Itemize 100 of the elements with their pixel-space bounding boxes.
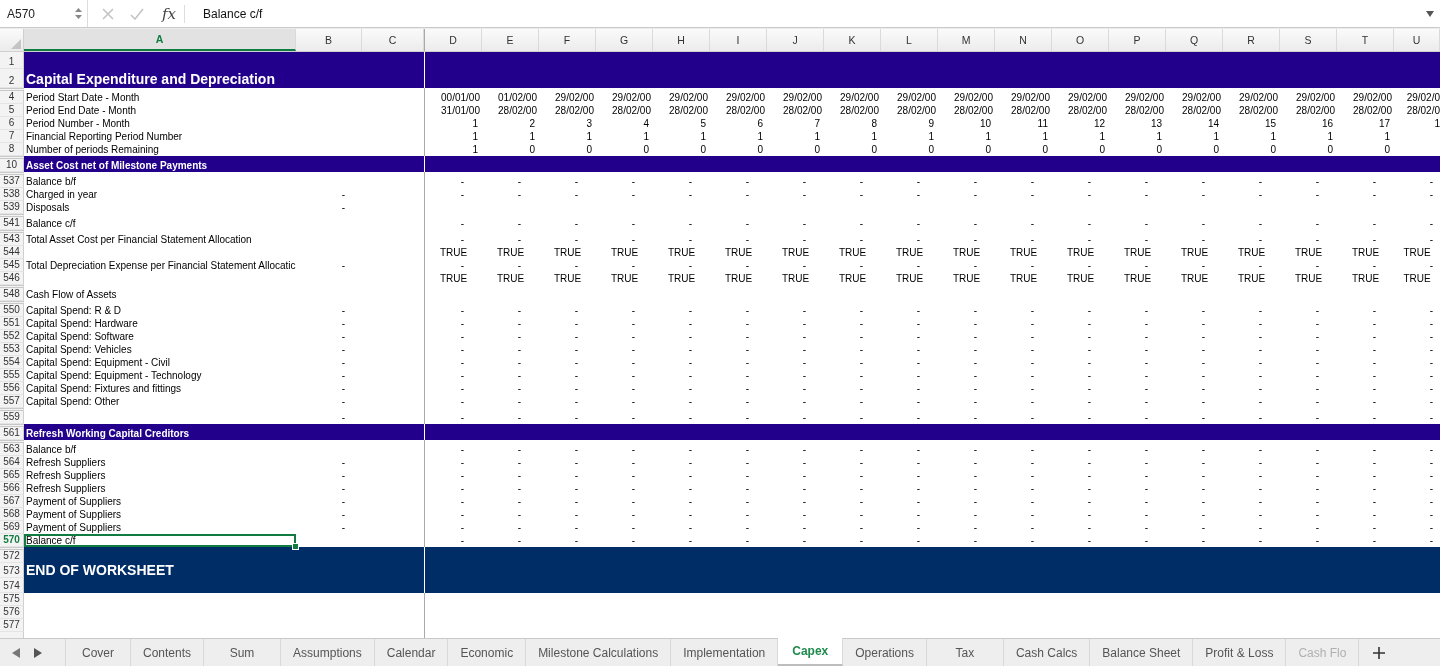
row-number[interactable]: 574 — [0, 578, 24, 593]
table-cell-text: - — [915, 343, 921, 356]
row-number[interactable]: 577 — [0, 619, 24, 632]
table-cell-text: - — [687, 508, 693, 521]
table-cell-text: 10 — [978, 117, 992, 130]
column-header[interactable]: T — [1337, 29, 1394, 51]
column-header[interactable]: P — [1109, 29, 1166, 51]
sheet-tab[interactable]: Capex — [778, 638, 844, 666]
row-number[interactable]: 1 — [0, 52, 24, 69]
row-number[interactable]: 559 — [0, 408, 24, 424]
row-number[interactable]: 538 — [0, 188, 24, 201]
row-label: Refresh Suppliers — [25, 456, 107, 469]
sheet-tab[interactable]: Calendar — [374, 639, 449, 666]
table-cell-text: - — [1200, 317, 1206, 330]
row-number[interactable]: 6 — [0, 117, 24, 130]
row-number[interactable]: 557 — [0, 395, 24, 408]
row-number[interactable]: 539 — [0, 201, 24, 214]
column-header[interactable]: B — [296, 29, 362, 51]
row-number[interactable]: 552 — [0, 330, 24, 343]
column-header[interactable]: O — [1052, 29, 1109, 51]
row-number[interactable]: 550 — [0, 301, 24, 317]
table-cell-text: - — [1143, 188, 1149, 201]
column-header[interactable]: Q — [1166, 29, 1223, 51]
left-arrow-icon[interactable] — [12, 647, 20, 658]
table-cell-text: - — [1371, 469, 1377, 482]
row-number[interactable]: 537 — [0, 172, 24, 188]
row-number[interactable]: 566 — [0, 482, 24, 495]
column-header[interactable]: G — [596, 29, 653, 51]
row-number[interactable]: 10 — [0, 156, 24, 172]
row-number[interactable]: 554 — [0, 356, 24, 369]
row-number[interactable]: 563 — [0, 440, 24, 456]
column-header[interactable]: D — [425, 29, 482, 51]
row-number[interactable]: 545 — [0, 259, 24, 272]
dropdown-arrow-icon[interactable] — [1426, 10, 1434, 17]
table-cell-text: TRUE — [723, 272, 754, 285]
row-number[interactable]: 543 — [0, 230, 24, 246]
row-number[interactable]: 576 — [0, 606, 24, 619]
row-number[interactable]: 8 — [0, 143, 24, 156]
name-box[interactable]: A570 — [0, 0, 88, 27]
row-number[interactable]: 555 — [0, 369, 24, 382]
column-header[interactable]: U — [1394, 29, 1440, 51]
check-icon[interactable] — [130, 7, 144, 20]
row-number[interactable]: 553 — [0, 343, 24, 356]
stepper-icon[interactable] — [74, 7, 83, 20]
table-cell-text: - — [687, 217, 693, 230]
right-arrow-icon[interactable] — [34, 647, 42, 658]
row-number[interactable]: 567 — [0, 495, 24, 508]
row-number[interactable]: 2 — [0, 69, 24, 88]
row-number[interactable]: 568 — [0, 508, 24, 521]
row-number[interactable]: 572 — [0, 547, 24, 563]
column-header[interactable]: H — [653, 29, 710, 51]
column-header[interactable]: N — [995, 29, 1052, 51]
column-header[interactable]: E — [482, 29, 539, 51]
sheet-tab[interactable]: Sum — [204, 639, 282, 666]
sheet-tab[interactable]: Contents — [131, 639, 205, 666]
column-header[interactable]: K — [824, 29, 881, 51]
table-cell-text: 1 — [471, 130, 479, 143]
row-number[interactable]: 565 — [0, 469, 24, 482]
row-number[interactable]: 569 — [0, 521, 24, 534]
sheet-tab[interactable]: Tax — [926, 639, 1004, 666]
selected-cell[interactable]: Balance c/f — [24, 534, 296, 547]
row-number[interactable]: 544 — [0, 246, 24, 259]
table-cell-text: - — [801, 343, 807, 356]
column-header[interactable]: I — [710, 29, 767, 51]
row-number[interactable]: 551 — [0, 317, 24, 330]
sheet-tab[interactable]: Profit & Loss — [1193, 639, 1287, 666]
sheet-tab[interactable]: Economic — [448, 639, 527, 666]
formula-field[interactable]: Balance c/f — [195, 0, 1426, 27]
table-cell-text: - — [1143, 395, 1149, 408]
row-number[interactable]: 541 — [0, 214, 24, 230]
sheet-tab[interactable]: Cover — [66, 639, 131, 666]
row-number[interactable]: 548 — [0, 285, 24, 301]
row-number[interactable]: 7 — [0, 130, 24, 143]
column-header[interactable]: R — [1223, 29, 1280, 51]
row-label: Refresh Suppliers — [25, 482, 107, 495]
row-number[interactable]: 564 — [0, 456, 24, 469]
sheet-tab[interactable]: Operations — [843, 639, 927, 666]
table-cell-text: - — [1143, 482, 1149, 495]
table-cell-text: - — [1428, 508, 1434, 521]
column-header[interactable]: A — [24, 29, 296, 51]
row-number[interactable]: 575 — [0, 593, 24, 606]
sheet-tab[interactable]: Cash Calcs — [1003, 639, 1091, 666]
row-number[interactable]: 5 — [0, 104, 24, 117]
sheet-tab[interactable]: Milestone Calculations — [526, 639, 672, 666]
column-header[interactable]: M — [938, 29, 995, 51]
column-header[interactable]: L — [881, 29, 938, 51]
row-number[interactable]: 546 — [0, 272, 24, 285]
sheet-tab[interactable]: Balance Sheet — [1090, 639, 1194, 666]
row-number[interactable]: 556 — [0, 382, 24, 395]
row-number[interactable]: 573 — [0, 563, 24, 578]
column-header[interactable]: F — [539, 29, 596, 51]
table-cell-text: - — [1314, 411, 1320, 424]
function-button[interactable]: fx — [160, 4, 185, 23]
row-number[interactable]: 561 — [0, 424, 24, 440]
column-header[interactable]: J — [767, 29, 824, 51]
sheet-tab[interactable]: Assumptions — [281, 639, 375, 666]
row-number[interactable]: 570 — [0, 534, 24, 547]
column-header[interactable]: S — [1280, 29, 1337, 51]
row-number[interactable]: 4 — [0, 88, 24, 104]
table-cell-text: - — [630, 330, 636, 343]
